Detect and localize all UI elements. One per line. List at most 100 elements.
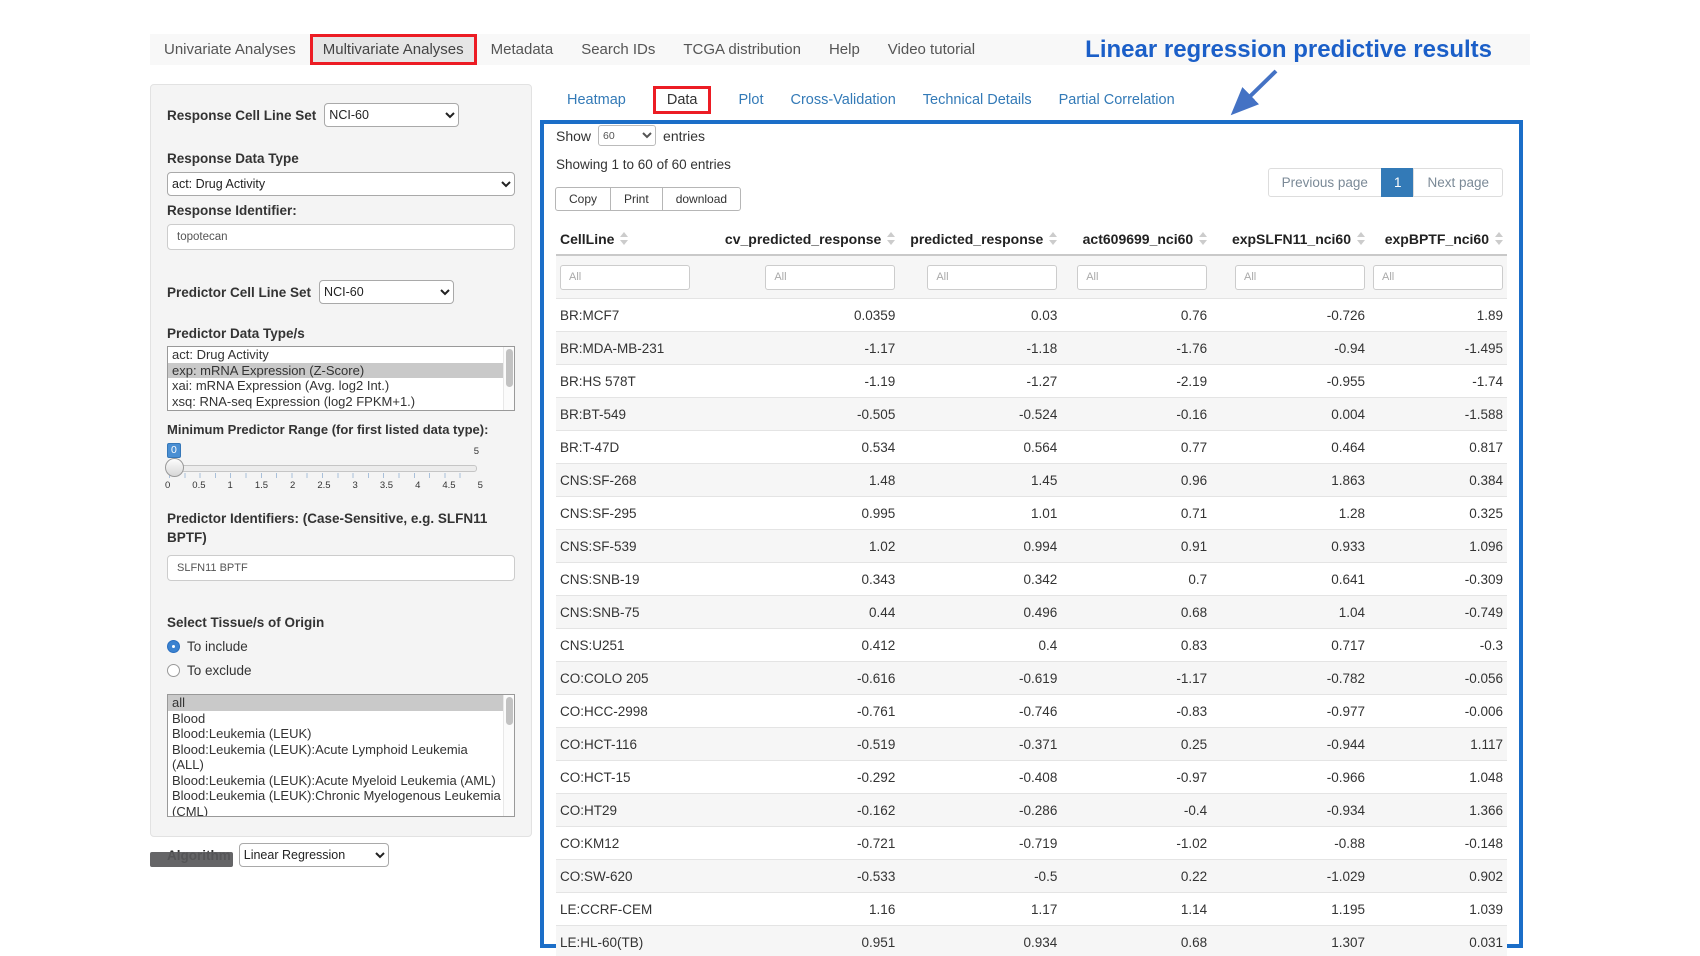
radio-option-to-exclude: To exclude <box>167 663 515 678</box>
previous-page-button[interactable]: Previous page <box>1268 168 1382 197</box>
copy-button[interactable]: Copy <box>555 187 611 211</box>
value-cell: -0.966 <box>1211 761 1369 794</box>
list-option-blood[interactable]: Blood <box>168 711 514 727</box>
value-cell: 1.02 <box>716 530 899 563</box>
value-cell: 1.048 <box>1369 761 1507 794</box>
value-cell: -1.029 <box>1211 860 1369 893</box>
list-option-xai-mrna-expression-avg-log2-int[interactable]: xai: mRNA Expression (Avg. log2 Int.) <box>168 378 514 394</box>
tick-label-5: 5 <box>478 480 483 491</box>
predictor-cell-line-set-select[interactable]: NCI-60 <box>319 280 454 304</box>
column-header-cellline[interactable]: CellLine <box>556 223 716 255</box>
nav-item-video-tutorial[interactable]: Video tutorial <box>874 34 989 65</box>
column-header-expslfn11-nci60[interactable]: expSLFN11_nci60 <box>1211 223 1369 255</box>
value-cell: 1.89 <box>1369 299 1507 332</box>
response-data-type-select[interactable]: act: Drug Activity <box>167 172 515 196</box>
listbox-scrollbar[interactable] <box>503 695 514 816</box>
value-cell: -0.16 <box>1061 398 1211 431</box>
print-button[interactable]: Print <box>610 187 663 211</box>
current-page-button[interactable]: 1 <box>1381 168 1415 197</box>
column-filter-act609699-nci60[interactable] <box>1077 265 1207 290</box>
value-cell: 1.117 <box>1369 728 1507 761</box>
value-cell: 0.534 <box>716 431 899 464</box>
list-option-blood-leukemia-leuk-acute-myeloid-leukemia-aml[interactable]: Blood:Leukemia (LEUK):Acute Myeloid Leuk… <box>168 773 514 789</box>
value-cell: 0.96 <box>1061 464 1211 497</box>
list-option-xsq-rna-seq-expression-log2-fpkm-1[interactable]: xsq: RNA-seq Expression (log2 FPKM+1.) <box>168 394 514 410</box>
page-size-select[interactable]: 60 <box>598 125 656 146</box>
nav-item-univariate-analyses[interactable]: Univariate Analyses <box>150 34 310 65</box>
algorithm-select[interactable]: Linear Regression <box>239 843 389 867</box>
tab-technical-details[interactable]: Technical Details <box>923 92 1032 108</box>
value-cell: 0.995 <box>716 497 899 530</box>
column-filter-expbptf-nci60[interactable] <box>1373 265 1503 290</box>
list-option-exp-mrna-expression-z-score[interactable]: exp: mRNA Expression (Z-Score) <box>168 363 514 379</box>
listbox-scrollbar[interactable] <box>503 347 514 410</box>
column-filter-predicted-response[interactable] <box>927 265 1057 290</box>
list-option-act-drug-activity[interactable]: act: Drug Activity <box>168 347 514 363</box>
table-row: BR:MCF70.03590.030.76-0.7261.89 <box>556 299 1507 332</box>
tab-plot[interactable]: Plot <box>738 92 763 108</box>
cellline-cell: CO:SW-620 <box>556 860 716 893</box>
column-header-expbptf-nci60[interactable]: expBPTF_nci60 <box>1369 223 1507 255</box>
slider-handle[interactable] <box>165 458 184 477</box>
tab-data[interactable]: Data <box>653 86 712 114</box>
predictor-identifiers-input[interactable] <box>167 555 515 581</box>
value-cell: 1.195 <box>1211 893 1369 926</box>
list-option-blood-leukemia-leuk-acute-lymphoid-leukemia-all[interactable]: Blood:Leukemia (LEUK):Acute Lymphoid Leu… <box>168 742 514 773</box>
download-button[interactable]: download <box>662 187 741 211</box>
scrollbar-thumb[interactable] <box>506 697 513 725</box>
table-row: CNS:SNB-190.3430.3420.70.641-0.309 <box>556 563 1507 596</box>
column-filter-cellline[interactable] <box>560 265 690 290</box>
value-cell: 0.412 <box>716 629 899 662</box>
response-identifier-input[interactable] <box>167 224 515 250</box>
radio-to-include[interactable] <box>167 640 180 653</box>
column-filter-cv-predicted-response[interactable] <box>765 265 895 290</box>
predictor-cell-line-set-label: Predictor Cell Line Set <box>167 285 311 300</box>
filter-cell <box>1369 255 1507 299</box>
scrollbar-thumb[interactable] <box>506 349 513 387</box>
table-row: BR:T-47D0.5340.5640.770.4640.817 <box>556 431 1507 464</box>
data-panel: Show 60 entries Showing 1 to 60 of 60 en… <box>540 120 1523 948</box>
column-header-predicted-response[interactable]: predicted_response <box>899 223 1061 255</box>
cellline-cell: CNS:SNB-19 <box>556 563 716 596</box>
tab-cross-validation[interactable]: Cross-Validation <box>790 92 895 108</box>
column-header-cv-predicted-response[interactable]: cv_predicted_response <box>716 223 899 255</box>
list-option-blood-leukemia-leuk-chronic-myelogenous-leukemia-cml[interactable]: Blood:Leukemia (LEUK):Chronic Myelogenou… <box>168 788 514 817</box>
list-option-blood-leukemia-leuk[interactable]: Blood:Leukemia (LEUK) <box>168 726 514 742</box>
table-row: LE:CCRF-CEM1.161.171.141.1951.039 <box>556 893 1507 926</box>
tab-heatmap[interactable]: Heatmap <box>567 92 626 108</box>
annotation-title: Linear regression predictive results <box>1060 36 1492 64</box>
pagination: Previous page 1 Next page <box>1269 168 1503 197</box>
cellline-cell: BR:HS 578T <box>556 365 716 398</box>
column-filter-expslfn11-nci60[interactable] <box>1235 265 1365 290</box>
table-row: CO:HCT-116-0.519-0.3710.25-0.9441.117 <box>556 728 1507 761</box>
table-row: CNS:SNB-750.440.4960.681.04-0.749 <box>556 596 1507 629</box>
value-cell: 0.342 <box>899 563 1061 596</box>
nav-item-help[interactable]: Help <box>815 34 874 65</box>
column-header-act609699-nci60[interactable]: act609699_nci60 <box>1061 223 1211 255</box>
page: Univariate AnalysesMultivariate Analyses… <box>0 0 1700 956</box>
column-label: predicted_response <box>910 231 1043 247</box>
predictor-data-types-label: Predictor Data Type/s <box>167 326 515 341</box>
next-page-button[interactable]: Next page <box>1413 168 1503 197</box>
value-cell: 1.14 <box>1061 893 1211 926</box>
tick-label-0: 0 <box>165 480 170 491</box>
value-cell: 0.71 <box>1061 497 1211 530</box>
value-cell: 0.951 <box>716 926 899 956</box>
response-cell-line-set-select[interactable]: NCI-60 <box>324 103 459 127</box>
slider-track[interactable] <box>167 465 477 472</box>
value-cell: 0.77 <box>1061 431 1211 464</box>
list-option-all[interactable]: all <box>168 695 514 711</box>
radio-option-to-include: To include <box>167 639 515 654</box>
tick-label-1: 1 <box>228 480 233 491</box>
value-cell: -2.19 <box>1061 365 1211 398</box>
radio-to-exclude[interactable] <box>167 664 180 677</box>
value-cell: -0.977 <box>1211 695 1369 728</box>
nav-item-search-ids[interactable]: Search IDs <box>567 34 669 65</box>
nav-item-multivariate-analyses[interactable]: Multivariate Analyses <box>310 34 477 65</box>
sort-icon <box>887 232 895 245</box>
value-cell: -1.02 <box>1061 827 1211 860</box>
nav-item-metadata[interactable]: Metadata <box>477 34 568 65</box>
tab-partial-correlation[interactable]: Partial Correlation <box>1059 92 1175 108</box>
value-cell: -0.408 <box>899 761 1061 794</box>
nav-item-tcga-distribution[interactable]: TCGA distribution <box>669 34 815 65</box>
